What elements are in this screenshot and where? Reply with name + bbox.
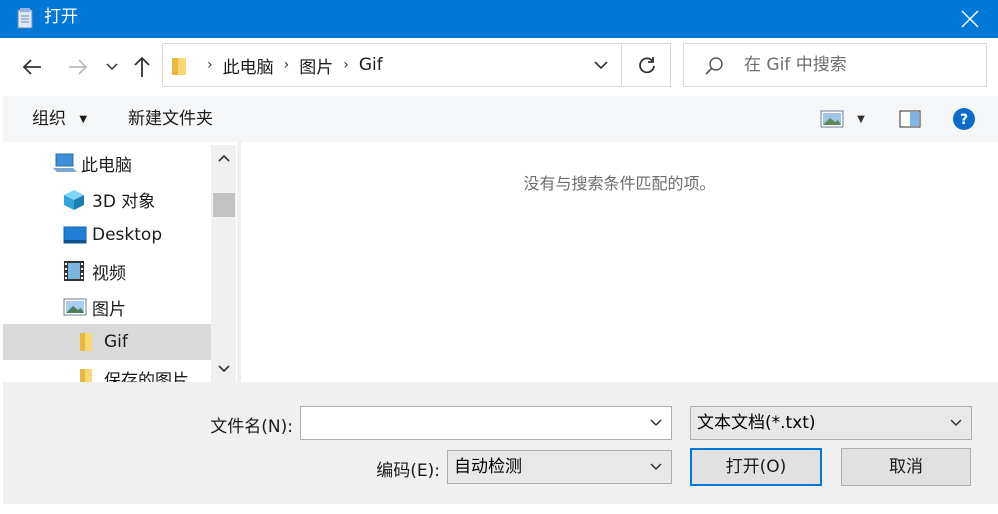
encoding-select[interactable]: 自动检测 — [447, 450, 672, 484]
close-icon — [961, 10, 979, 28]
search-input[interactable]: 在 Gif 中搜索 — [744, 44, 847, 86]
preview-pane-button[interactable] — [896, 106, 924, 132]
toolbar: 组织 ▼ 新建文件夹 ▼ ? — [0, 96, 998, 142]
open-button[interactable]: 打开(O) — [690, 448, 822, 486]
filename-dropdown-button[interactable] — [641, 407, 671, 439]
chevron-down-icon — [594, 60, 608, 69]
scroll-down-button[interactable] — [211, 356, 236, 382]
tree-item-label: 保存的图片 — [104, 370, 189, 383]
change-view-button[interactable] — [818, 106, 846, 132]
chevron-down-icon — [650, 419, 662, 427]
chevron-down-icon — [217, 365, 230, 373]
scroll-up-button[interactable] — [211, 145, 236, 171]
tree-item-label: 此电脑 — [81, 155, 132, 176]
arrow-up-icon — [134, 56, 150, 77]
help-icon: ? — [953, 108, 975, 130]
filename-label: 文件名(N): — [210, 417, 293, 437]
computer-icon — [53, 153, 77, 172]
organize-label: 组织 — [32, 109, 66, 129]
address-dropdown-button[interactable] — [581, 44, 621, 86]
caret-down-icon: ▼ — [79, 114, 88, 125]
organize-menu[interactable]: 组织 ▼ — [32, 96, 87, 142]
caret-down-icon: ▼ — [857, 113, 865, 125]
background-window-strip — [0, 504, 998, 514]
tree-item-label: 视频 — [92, 263, 126, 284]
tree-item-desktop[interactable]: Desktop — [3, 217, 211, 253]
encoding-dropdown-button[interactable] — [641, 451, 671, 483]
tree-item-gif[interactable]: Gif — [3, 324, 211, 360]
breadcrumb-separator-icon: › — [207, 57, 213, 73]
tree-scrollbar[interactable] — [211, 145, 236, 382]
filetype-select[interactable]: 文本文档(*.txt) — [690, 406, 972, 440]
arrow-right-icon — [69, 59, 88, 75]
window-title: 打开 — [44, 7, 78, 27]
new-folder-button[interactable]: 新建文件夹 — [128, 96, 213, 142]
folder-icon — [80, 333, 92, 351]
refresh-button[interactable] — [621, 44, 671, 86]
video-icon — [64, 261, 84, 281]
breadcrumb: › 此电脑 › 图片 › Gif — [197, 44, 383, 86]
scroll-thumb[interactable] — [213, 193, 235, 217]
window-left-edge — [0, 38, 3, 504]
tree-item-this-pc[interactable]: 此电脑 — [3, 145, 211, 181]
up-button[interactable] — [128, 50, 156, 84]
empty-message: 没有与搜索条件匹配的项。 — [523, 174, 716, 193]
folder-icon — [80, 369, 92, 382]
encoding-value: 自动检测 — [454, 457, 522, 477]
filetype-dropdown-button[interactable] — [941, 407, 971, 439]
tree-item-label: 图片 — [92, 299, 126, 320]
preview-pane-icon — [899, 110, 921, 128]
title-bar: 打开 — [0, 0, 998, 38]
dialog-footer: 文件名(N): 文本文档(*.txt) 编码(E): 自动检测 打开(O) 取消 — [3, 382, 998, 504]
breadcrumb-separator-icon: › — [343, 57, 349, 73]
breadcrumb-this-pc[interactable]: 此电脑 — [223, 53, 274, 78]
refresh-icon — [638, 57, 655, 74]
navigation-pane: 此电脑 3D 对象 Desktop 视频 图片 Gif 保存的图片 — [3, 145, 211, 382]
tree-item-saved-pictures[interactable]: 保存的图片 — [3, 360, 211, 382]
tree-item-label: 3D 对象 — [92, 191, 156, 212]
chevron-up-icon — [217, 154, 230, 162]
pictures-icon — [63, 298, 87, 316]
3d-objects-icon — [64, 190, 84, 210]
tree-item-pictures[interactable]: 图片 — [3, 289, 211, 325]
close-button[interactable] — [942, 0, 998, 38]
desktop-icon — [63, 226, 87, 244]
view-icon — [820, 110, 844, 128]
chevron-down-icon — [650, 463, 662, 471]
chevron-down-icon — [950, 419, 962, 427]
file-list[interactable]: 没有与搜索条件匹配的项。 — [241, 142, 998, 382]
address-bar[interactable]: › 此电脑 › 图片 › Gif — [162, 43, 671, 87]
tree-item-videos[interactable]: 视频 — [3, 253, 211, 289]
folder-icon — [172, 58, 186, 75]
recent-locations-button[interactable] — [100, 52, 124, 82]
cancel-button[interactable]: 取消 — [841, 448, 971, 486]
search-box[interactable]: 在 Gif 中搜索 — [683, 43, 987, 87]
breadcrumb-separator-icon: › — [283, 57, 290, 73]
encoding-label: 编码(E): — [376, 461, 440, 481]
back-button[interactable] — [14, 52, 50, 82]
navigation-bar: › 此电脑 › 图片 › Gif 在 Gif 中搜索 — [0, 38, 998, 96]
filetype-value: 文本文档(*.txt) — [697, 413, 816, 433]
chevron-down-icon — [106, 63, 118, 71]
tree-item-label: Desktop — [92, 225, 163, 245]
tree-item-label: Gif — [104, 332, 128, 352]
help-button[interactable]: ? — [950, 105, 978, 133]
breadcrumb-pictures[interactable]: 图片 — [299, 53, 333, 78]
notepad-icon — [17, 8, 33, 29]
search-icon — [705, 57, 723, 75]
tree-item-3d-objects[interactable]: 3D 对象 — [3, 181, 211, 217]
breadcrumb-gif[interactable]: Gif — [359, 55, 383, 75]
svg-text:?: ? — [960, 112, 968, 128]
arrow-left-icon — [22, 59, 41, 75]
filename-combobox[interactable] — [300, 406, 672, 440]
forward-button[interactable] — [60, 52, 96, 82]
view-options-button[interactable]: ▼ — [850, 106, 872, 132]
